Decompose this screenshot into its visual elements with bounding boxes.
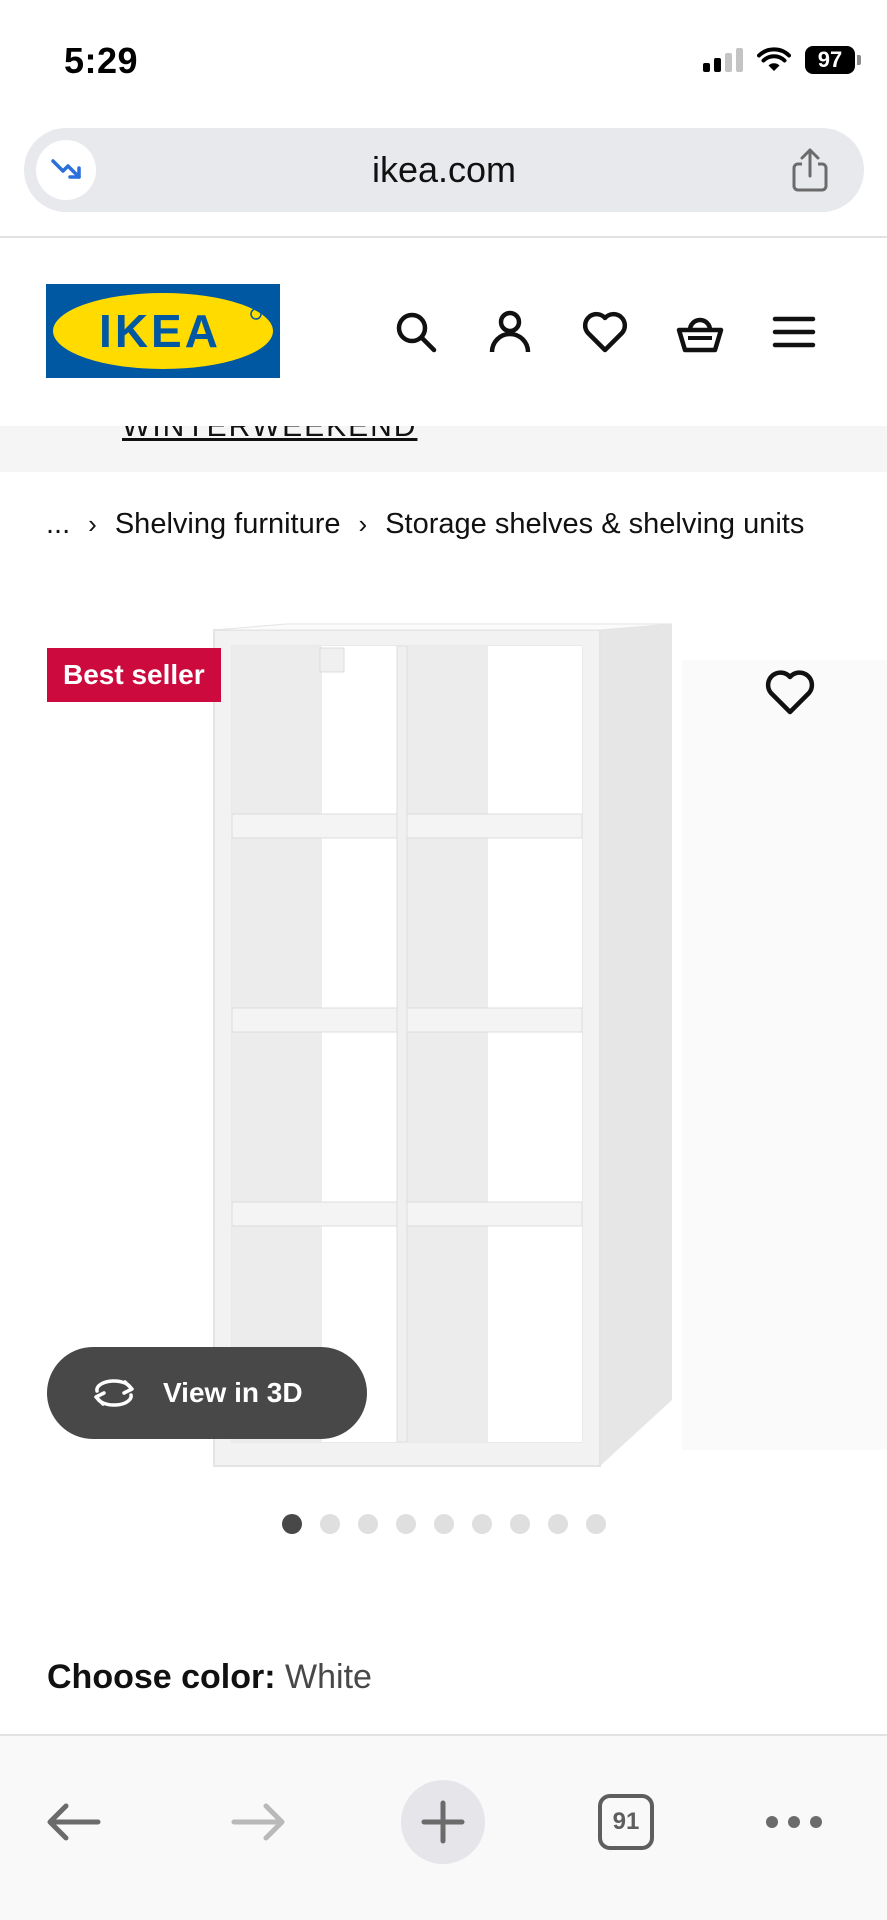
carousel-dot[interactable] xyxy=(433,1514,454,1534)
breadcrumb-item[interactable]: ... xyxy=(46,508,70,541)
color-selector-label: Choose color: xyxy=(47,1658,276,1696)
promo-banner-text[interactable]: WINTERWEEKEND xyxy=(122,426,417,444)
address-bar[interactable]: ikea.com xyxy=(24,128,864,212)
ikea-logo[interactable]: IKEA xyxy=(46,284,280,378)
carousel-dot[interactable] xyxy=(319,1514,340,1534)
carousel-dot[interactable] xyxy=(585,1514,606,1534)
new-tab-button[interactable] xyxy=(401,1780,485,1864)
url-text[interactable]: ikea.com xyxy=(24,128,864,212)
status-time: 5:29 xyxy=(64,40,139,81)
tabs-button[interactable]: 91 xyxy=(584,1780,668,1864)
breadcrumb-item[interactable]: Shelving furniture xyxy=(115,508,341,541)
search-icon[interactable] xyxy=(392,308,440,356)
color-selector-value: White xyxy=(285,1658,372,1696)
status-bar: 5:29 97 xyxy=(0,0,887,120)
color-selector[interactable]: Choose color: White xyxy=(47,1658,372,1697)
carousel-dot[interactable] xyxy=(471,1514,492,1534)
carousel-dot[interactable] xyxy=(395,1514,416,1534)
account-icon[interactable] xyxy=(486,308,534,356)
carousel-dot[interactable] xyxy=(509,1514,530,1534)
carousel-dot[interactable] xyxy=(547,1514,568,1534)
best-seller-badge: Best seller xyxy=(47,648,221,702)
battery-indicator: 97 xyxy=(805,46,861,74)
basket-icon[interactable] xyxy=(676,308,724,356)
back-button[interactable] xyxy=(32,1780,116,1864)
breadcrumb-separator-icon: › xyxy=(358,508,368,539)
breadcrumb-item[interactable]: Storage shelves & shelving units xyxy=(385,508,804,541)
back-arrow-icon xyxy=(47,1803,101,1841)
forward-button[interactable] xyxy=(216,1780,300,1864)
carousel-dot[interactable] xyxy=(357,1514,378,1534)
cellular-signal-icon xyxy=(703,48,743,72)
heart-icon[interactable] xyxy=(581,308,629,356)
logo-text: IKEA xyxy=(99,305,221,357)
more-icon xyxy=(766,1816,822,1828)
more-button[interactable] xyxy=(752,1780,836,1864)
tabs-icon: 91 xyxy=(598,1794,654,1850)
breadcrumb: ... › Shelving furniture › Storage shelv… xyxy=(46,500,804,548)
view-in-3d-button[interactable]: View in 3D xyxy=(47,1347,367,1439)
plus-icon xyxy=(421,1800,465,1844)
share-icon[interactable] xyxy=(786,146,834,194)
battery-level: 97 xyxy=(805,46,855,74)
promo-banner[interactable]: WINTERWEEKEND xyxy=(0,426,887,472)
image-carousel-dots xyxy=(0,1514,887,1536)
forward-arrow-icon xyxy=(231,1803,285,1841)
view-in-3d-label: View in 3D xyxy=(163,1377,303,1408)
carousel-dot[interactable] xyxy=(281,1514,302,1534)
wifi-icon xyxy=(757,47,791,71)
status-indicators: 97 xyxy=(703,46,861,74)
breadcrumb-separator-icon: › xyxy=(88,508,97,539)
favorite-heart-icon[interactable] xyxy=(760,663,820,723)
header-actions xyxy=(380,300,820,364)
menu-icon[interactable] xyxy=(770,308,818,356)
browser-toolbar: 91 xyxy=(0,1734,887,1920)
divider xyxy=(0,236,887,238)
rotate-3d-icon xyxy=(94,1379,134,1407)
